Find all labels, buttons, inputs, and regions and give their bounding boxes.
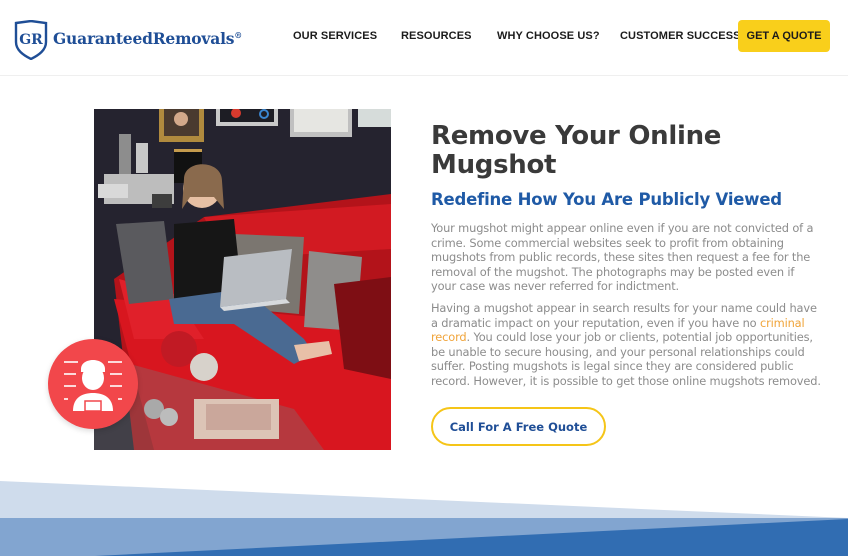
- nav-resources[interactable]: RESOURCES: [401, 30, 472, 42]
- page-title: Remove Your Online Mugshot: [431, 122, 821, 180]
- title-line-1: Remove Your Online: [431, 121, 722, 151]
- nav-our-services[interactable]: OUR SERVICES: [293, 30, 377, 42]
- hero-photo: [94, 109, 391, 450]
- get-a-quote-button[interactable]: GET A QUOTE: [738, 20, 830, 52]
- title-line-2: Mugshot: [431, 150, 557, 180]
- nav-why-choose-us[interactable]: WHY CHOOSE US?: [497, 30, 600, 42]
- logo-wordmark: GuaranteedRemovals: [53, 28, 235, 48]
- nav-customer-success[interactable]: CUSTOMER SUCCESS: [620, 30, 741, 42]
- page-subtitle: Redefine How You Are Publicly Viewed: [431, 190, 782, 209]
- logo[interactable]: GR GuaranteedRemovals®: [14, 20, 242, 60]
- site-header: GR GuaranteedRemovals® OUR SERVICES RESO…: [0, 0, 848, 76]
- hero-content: Remove Your Online Mugshot Redefine How …: [431, 122, 821, 389]
- footer-wave-decoration: [0, 481, 848, 556]
- impact-text-before: Having a mugshot appear in search result…: [431, 300, 817, 330]
- mugshot-person-icon: [64, 360, 122, 412]
- impact-text-after: . You could lose your job or clients, po…: [431, 330, 821, 388]
- shield-logo-icon: GR: [14, 20, 48, 60]
- registered-mark: ®: [234, 29, 243, 40]
- intro-paragraph: Your mugshot might appear online even if…: [431, 221, 814, 294]
- impact-paragraph: Having a mugshot appear in search result…: [431, 301, 821, 389]
- mugshot-badge: [48, 339, 138, 429]
- logo-text: GuaranteedRemovals®: [53, 29, 242, 48]
- logo-monogram: GR: [19, 32, 43, 48]
- call-for-free-quote-button[interactable]: Call For A Free Quote: [431, 407, 606, 446]
- hero-photo-illustration: [94, 109, 391, 450]
